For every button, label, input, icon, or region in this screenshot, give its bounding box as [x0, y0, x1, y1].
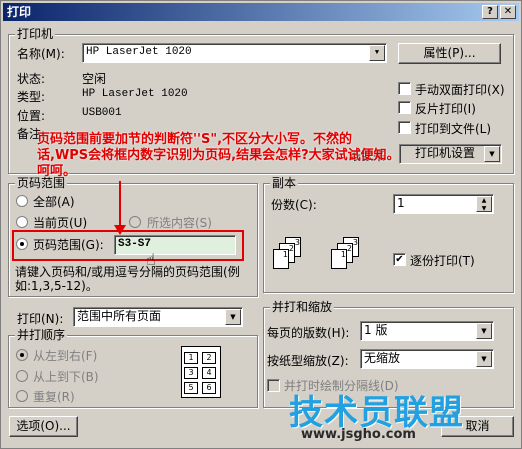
spinner-icon[interactable]: ▲ ▼: [476, 196, 492, 212]
scale-value: 无缩放: [364, 351, 401, 365]
dialog-title: 打印: [7, 5, 32, 19]
page-range-hint: 请键入页码和/或用逗号分隔的页码范围(例如:1,3,5-12)。: [15, 265, 240, 293]
repeat-radio[interactable]: [16, 390, 28, 402]
watermark-url: www.jsgho.com: [301, 427, 416, 442]
page-range-radio[interactable]: [16, 238, 28, 250]
print-to-file-label: 打印到文件(L): [415, 122, 492, 136]
pages-per-sheet-label: 每页的版数(H):: [267, 326, 350, 340]
order-preview: 1 2 3 4 5 6: [181, 346, 221, 398]
preview-page: 3: [184, 367, 198, 379]
copies-count-value: 1: [397, 196, 405, 210]
chevron-down-icon[interactable]: ▼: [369, 45, 385, 61]
chevron-down-icon[interactable]: ▼: [225, 309, 241, 325]
type-label: 类型:: [17, 90, 46, 104]
page-range-input[interactable]: S3-S7: [114, 235, 236, 255]
printer-group-label: 打印机: [15, 27, 56, 41]
copies-count-input[interactable]: 1 ▲ ▼: [393, 194, 494, 214]
options-button[interactable]: 选项(O)...: [9, 416, 78, 437]
help-button[interactable]: ?: [482, 5, 498, 19]
current-page-radio[interactable]: [16, 216, 28, 228]
printer-name-value: HP LaserJet 1020: [86, 46, 192, 58]
type-value: HP LaserJet 1020: [82, 88, 188, 100]
repeat-label: 重复(R): [33, 390, 75, 404]
chevron-down-icon[interactable]: ▼: [476, 323, 492, 339]
close-button[interactable]: ✕: [500, 5, 516, 19]
print-what-combo[interactable]: 范围中所有页面 ▼: [73, 307, 243, 327]
all-pages-radio[interactable]: [16, 195, 28, 207]
copies-count-label: 份数(C):: [271, 198, 317, 212]
location-label: 位置:: [17, 109, 46, 123]
reverse-print-label: 反片打印(I): [415, 102, 476, 116]
zoom-group-label: 并打和缩放: [270, 300, 335, 314]
printer-name-label: 名称(M):: [17, 47, 65, 61]
preview-page: 2: [202, 352, 216, 364]
print-what-label: 打印(N):: [17, 312, 64, 326]
order-group-label: 并打顺序: [15, 328, 68, 342]
annotation-arrow-head: [114, 225, 126, 235]
print-what-value: 范围中所有页面: [77, 309, 162, 323]
left-to-right-radio[interactable]: [16, 349, 28, 361]
manual-duplex-label: 手动双面打印(X): [415, 83, 505, 97]
reverse-print-checkbox[interactable]: [398, 101, 411, 114]
top-to-bottom-label: 从上到下(B): [33, 370, 99, 384]
print-dialog: 打印 ? ✕ 打印机 名称(M): HP LaserJet 1020 ▼ 属性(…: [0, 0, 522, 449]
preview-page: 5: [184, 382, 198, 394]
title-bar: 打印 ? ✕: [3, 3, 519, 21]
preview-page: 6: [202, 382, 216, 394]
page-range-label: 页码范围(G):: [33, 238, 104, 252]
chevron-down-icon[interactable]: ▼: [476, 351, 492, 367]
collate-icon: 3 2 1 3 2 1: [273, 237, 359, 279]
status-label: 状态:: [17, 72, 46, 86]
annotation-arrow-line: [119, 181, 121, 227]
selection-label: 所选内容(S): [147, 216, 212, 230]
preview-page: 4: [202, 367, 216, 379]
current-page-label: 当前页(U): [33, 216, 88, 230]
pages-per-sheet-value: 1 版: [364, 323, 388, 337]
pages-per-sheet-combo[interactable]: 1 版 ▼: [360, 321, 494, 341]
manual-duplex-checkbox[interactable]: [398, 82, 411, 95]
collate-checkbox[interactable]: ✔: [393, 253, 406, 266]
printer-name-combo[interactable]: HP LaserJet 1020 ▼: [82, 43, 387, 63]
printer-settings-combo[interactable]: 打印机设置 ▼: [399, 144, 502, 164]
selection-radio[interactable]: [129, 216, 141, 228]
properties-button[interactable]: 属性(P)...: [398, 43, 501, 64]
draw-border-checkbox[interactable]: [267, 379, 280, 392]
scale-combo[interactable]: 无缩放 ▼: [360, 349, 494, 369]
printer-settings-value: 打印机设置: [415, 146, 476, 160]
top-to-bottom-radio[interactable]: [16, 370, 28, 382]
chevron-down-icon[interactable]: ▼: [484, 146, 500, 162]
left-to-right-label: 从左到右(F): [33, 349, 98, 363]
location-value: USB001: [82, 107, 122, 119]
preview-page: 1: [184, 352, 198, 364]
red-annotation: 页码范围前要加节的判断符''S",不区分大小写。不然的话,WPS会将框内数字识别…: [37, 132, 400, 179]
collate-label: 逐份打印(T): [410, 254, 475, 268]
scale-label: 按纸型缩放(Z):: [267, 354, 349, 368]
all-pages-label: 全部(A): [33, 195, 75, 209]
status-value: 空闲: [82, 72, 107, 86]
